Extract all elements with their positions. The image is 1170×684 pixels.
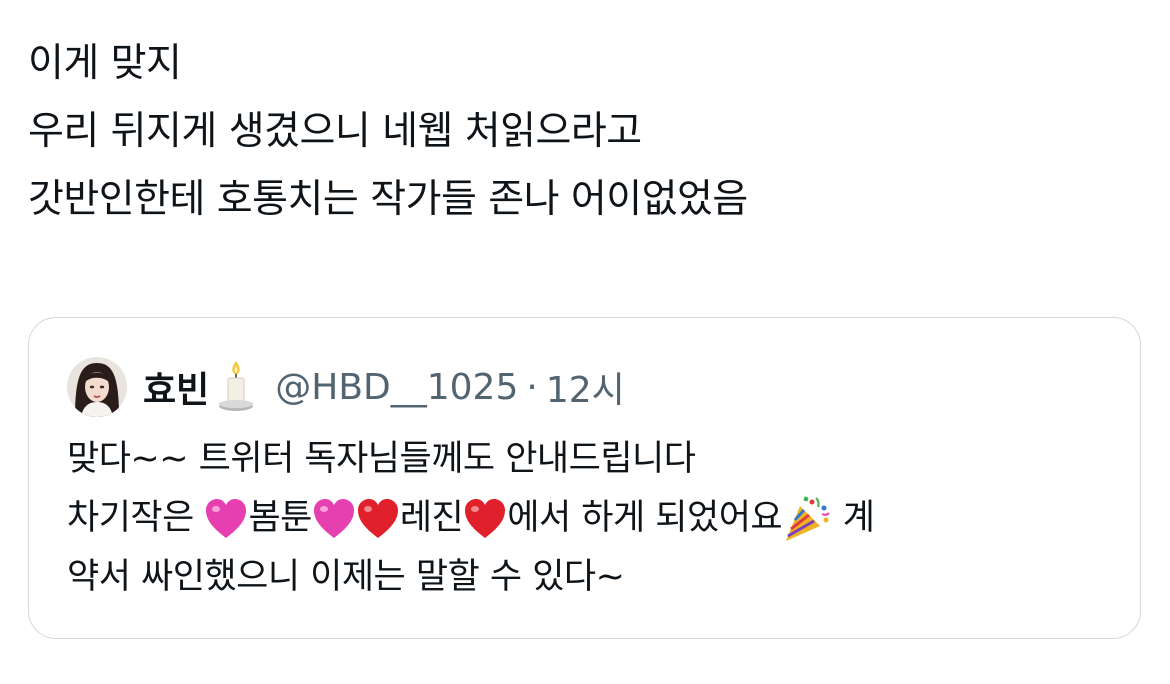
red-heart-icon (465, 498, 506, 538)
candle-icon (219, 361, 254, 411)
pink-heart-icon (206, 498, 247, 538)
text-segment: 봄툰 (248, 498, 312, 538)
quoted-tweet-text: 맞다~~ 트위터 독자님들께도 안내드립니다 차기작은 봄툰 레진 에서 하게 … (67, 430, 1117, 607)
text-segment: 차기작은 (67, 498, 205, 538)
tweet-text-line: 이게 맞지 (28, 41, 182, 86)
user-handle[interactable]: @HBD__1025 (275, 367, 518, 408)
red-heart-icon (357, 498, 398, 538)
text-segment: 계 (832, 498, 875, 538)
party-popper-icon (786, 495, 830, 541)
display-name[interactable]: 효빈 (143, 361, 209, 413)
separator-dot: · (526, 366, 538, 408)
tweet-text-line: 우리 뒤지게 생겼으니 네웹 처읽으라고 (28, 109, 642, 154)
tweet-text-line: 갓반인한테 호통치는 작가들 존나 어이없었음 (28, 177, 748, 222)
quoted-tweet-header: 효빈 @HBD__1025 · 12시 (67, 356, 625, 418)
quoted-tweet-card[interactable]: 효빈 @HBD__1025 · 12시 맞다~~ 트위터 독자님들께도 안내드립… (28, 317, 1141, 639)
text-segment: 레진 (399, 498, 464, 538)
quoted-tweet-line: 맞다~~ 트위터 독자님들께도 안내드립니다 (67, 439, 696, 479)
timestamp[interactable]: 12시 (546, 361, 625, 413)
avatar[interactable] (67, 357, 127, 417)
text-segment: 에서 하게 되었어요 (507, 498, 783, 538)
pink-heart-icon (313, 498, 354, 538)
tweet-text: 이게 맞지 우리 뒤지게 생겼으니 네웹 처읽으라고 갓반인한테 호통치는 작가… (28, 30, 1138, 234)
quoted-tweet-line: 차기작은 봄툰 레진 에서 하게 되었어요 계 (67, 489, 1117, 548)
quoted-tweet-line: 약서 싸인했으니 이제는 말할 수 있다~ (67, 557, 625, 597)
